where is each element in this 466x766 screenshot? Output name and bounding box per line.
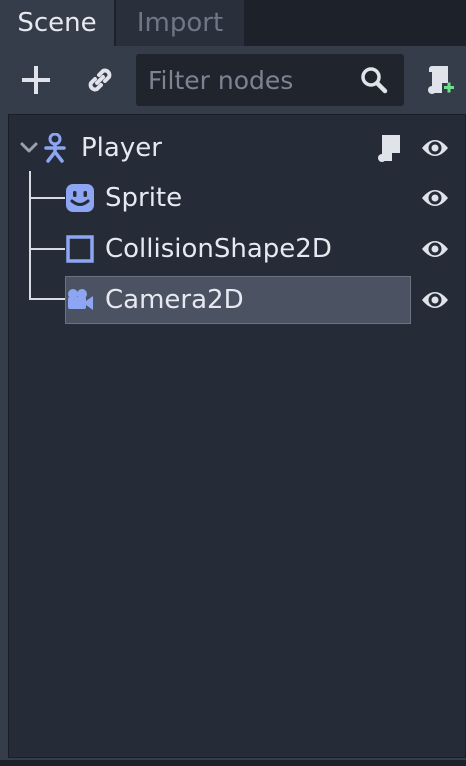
tree-item-sprite[interactable]: Sprite: [9, 174, 465, 222]
tab-import[interactable]: Import: [116, 0, 244, 46]
tree-item-label: CollisionShape2D: [105, 234, 332, 264]
kinematic-body-icon: [41, 133, 71, 163]
chevron-down-icon[interactable]: [15, 133, 43, 163]
plus-icon[interactable]: [14, 58, 58, 102]
tree-item-label: Camera2D: [105, 285, 244, 315]
panel-bottom-edge: [0, 760, 466, 766]
visibility-eye-icon[interactable]: [419, 133, 451, 163]
filter-nodes-input[interactable]: [136, 54, 346, 106]
filter-nodes-field: [136, 54, 404, 106]
scene-tree: Player Sprite CollisionShape2D Camera2D: [8, 114, 466, 758]
tab-scene[interactable]: Scene: [0, 0, 114, 46]
scene-toolbar: [0, 46, 466, 114]
tree-item-collisionshape2d[interactable]: CollisionShape2D: [9, 225, 465, 273]
dock-tab-bar: Scene Import: [0, 0, 466, 46]
visibility-eye-icon[interactable]: [419, 183, 451, 213]
tree-item-label: Player: [81, 133, 162, 163]
tree-item-camera2d[interactable]: Camera2D: [9, 276, 465, 324]
visibility-eye-icon[interactable]: [419, 285, 451, 315]
sprite-icon: [65, 183, 95, 213]
camera-icon: [65, 285, 95, 315]
collision-shape-icon: [65, 234, 95, 264]
tree-item-player[interactable]: Player: [9, 124, 465, 172]
link-icon[interactable]: [78, 58, 122, 102]
tree-item-label: Sprite: [105, 183, 183, 213]
search-icon: [358, 64, 390, 96]
script-add-icon[interactable]: [418, 58, 462, 102]
visibility-eye-icon[interactable]: [419, 234, 451, 264]
script-icon[interactable]: [373, 133, 405, 163]
